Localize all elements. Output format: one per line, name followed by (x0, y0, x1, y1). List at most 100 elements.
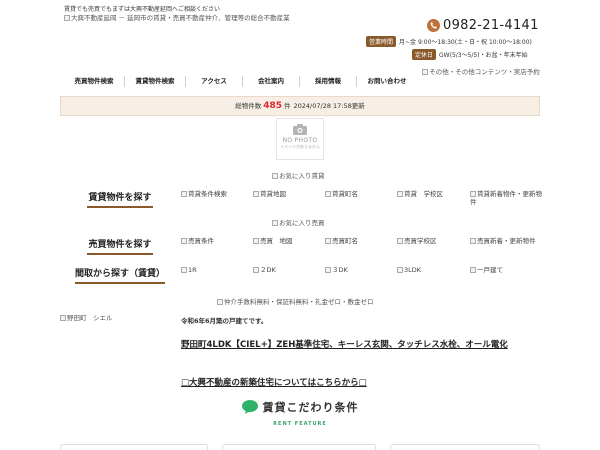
feature-card[interactable] (390, 444, 540, 450)
holidays: 定休日 GW(5/3～5/5)・お盆・年末年始 (412, 49, 528, 60)
layout-search-title: 間取から探す（賃貸） (66, 266, 174, 284)
sale-link-school[interactable]: 売買学校区 (397, 237, 463, 245)
sale-search-title: 売買物件を探す (80, 237, 160, 255)
main-nav: 売買物件検索 賃貸物件検索 アクセス 会社案内 採用情報 お問い合わせ (64, 72, 416, 90)
phone-number[interactable]: 0982-21-4141 (443, 18, 539, 33)
rent-fav-alt: お気に入り賃貸 (279, 172, 325, 180)
broken-image-icon (253, 238, 259, 244)
rent-link-label: 賃貸 学校区 (404, 190, 443, 198)
rent-favorites[interactable]: お気に入り賃貸 (272, 172, 325, 180)
rent-link-label: 賃貸町名 (332, 190, 358, 198)
rent-search-title-text: 賃貸物件を探す (88, 193, 152, 203)
rent-feature-subtitle: RENT FEATURE (273, 421, 327, 427)
sale-link-conditions[interactable]: 売買条件 (181, 237, 247, 245)
layout-link-1r[interactable]: 1R (181, 266, 247, 274)
hours-text: 月~金 9:00～18:30(土・日・祝 10:00～18:00) (399, 39, 532, 46)
holiday-text: GW(5/3～5/5)・お盆・年末年始 (439, 52, 528, 59)
broken-image-icon (422, 69, 429, 75)
title-underline (87, 206, 153, 208)
nav-other-contents[interactable]: その他・その他コンテンツ・実店予約 (421, 68, 541, 76)
rent-feature-title: 賃貸こだわり条件 (262, 401, 359, 414)
property-stats: 総物件数 485 件 2024/07/28 17:58更新 (60, 96, 540, 116)
nav-rent-search[interactable]: 賃貸物件検索 (125, 72, 185, 90)
rent-link-new[interactable]: 賃貸新着物件・更新物件 (470, 190, 542, 207)
rent-link-map[interactable]: 賃貸地図 (253, 190, 319, 198)
sale-link-new[interactable]: 売買新着・更新物件 (470, 237, 542, 245)
nav-sale-search[interactable]: 売買物件検索 (64, 72, 124, 90)
sale-favorites[interactable]: お気に入り売買 (272, 219, 325, 227)
sale-link-label: 売買町名 (332, 237, 358, 245)
sale-link-town[interactable]: 売買町名 (325, 237, 391, 245)
layout-link-label: 一戸建て (477, 266, 503, 274)
broken-image-icon (397, 267, 403, 273)
nav-company[interactable]: 会社案内 (243, 72, 299, 90)
phone-block[interactable]: 0982-21-4141 (427, 17, 539, 33)
nav-access[interactable]: アクセス (186, 72, 242, 90)
phone-icon (427, 18, 440, 32)
broken-image-icon (272, 173, 278, 179)
rent-link-conditions[interactable]: 賃貸条件検索 (181, 190, 247, 198)
feature-image-alt: 野田町 シエル (67, 314, 113, 322)
layout-link-label: 3LDK (404, 266, 422, 274)
layout-link-label: ２DK (260, 266, 276, 274)
title-underline (87, 253, 153, 255)
broken-image-icon (60, 315, 66, 321)
title-underline (75, 282, 165, 284)
sale-search-title-text: 売買物件を探す (88, 240, 152, 250)
speech-bubble-icon (241, 400, 258, 414)
sale-link-map[interactable]: 売買 地図 (253, 237, 319, 245)
broken-image-icon (470, 191, 476, 197)
feature-image[interactable]: 野田町 シエル (60, 314, 113, 322)
layout-link-house[interactable]: 一戸建て (470, 266, 536, 274)
nav-other-alt: その他・その他コンテンツ・実店予約 (429, 68, 540, 76)
no-photo-sub: イメージがありません (280, 144, 320, 149)
stats-unit: 件 (284, 102, 291, 110)
no-photo-text: NO PHOTO (282, 137, 318, 144)
layout-link-label: ３DK (332, 266, 348, 274)
site-logo[interactable]: 大興不動産延岡 － 延岡市の賃貸・売買不動産仲介、管理等の総合不動産業 (64, 14, 304, 22)
rent-link-label: 賃貸地図 (260, 190, 286, 198)
no-photo-image: NO PHOTO イメージがありません (276, 118, 324, 160)
new-house-link[interactable]: □大興不動産の新築住宅についてはこちらから□ (181, 376, 367, 388)
business-hours: 営業時間 月~金 9:00～18:30(土・日・祝 10:00～18:00) (366, 36, 532, 47)
fee-free-banner[interactable]: 仲介手数料無料・保証料無料・礼金ゼロ・敷金ゼロ (217, 298, 374, 306)
broken-image-icon (181, 191, 187, 197)
sale-fav-alt: お気に入り売買 (279, 219, 325, 227)
hours-badge: 営業時間 (366, 36, 397, 47)
stats-count: 485 (263, 101, 283, 111)
rent-link-town[interactable]: 賃貸町名 (325, 190, 391, 198)
nav-contact[interactable]: お問い合わせ (357, 72, 417, 90)
rent-search-title: 賃貸物件を探す (80, 190, 160, 208)
layout-link-2dk[interactable]: ２DK (253, 266, 319, 274)
broken-image-icon (325, 191, 331, 197)
feature-headline[interactable]: 野田町4LDK【CIEL+】ZEH基準住宅、キーレス玄関、タッチレス水栓、オール… (181, 338, 541, 350)
broken-image-icon (470, 238, 476, 244)
camera-icon (293, 124, 307, 135)
broken-image-icon (181, 238, 187, 244)
broken-image-icon (397, 191, 403, 197)
sale-link-label: 売買 地図 (260, 237, 293, 245)
broken-image-icon (325, 267, 331, 273)
sale-link-label: 売買条件 (188, 237, 214, 245)
broken-image-icon (217, 299, 223, 305)
broken-image-icon (253, 267, 259, 273)
holiday-badge: 定休日 (412, 49, 437, 60)
broken-image-icon (470, 267, 476, 273)
broken-image-icon (397, 238, 403, 244)
rent-link-school[interactable]: 賃貸 学校区 (397, 190, 463, 198)
stats-label: 総物件数 (235, 102, 262, 110)
layout-link-label: 1R (188, 266, 197, 274)
feature-card[interactable] (222, 444, 376, 450)
broken-image-icon (325, 238, 331, 244)
broken-image-icon (64, 15, 70, 21)
layout-link-3ldk[interactable]: 3LDK (397, 266, 463, 274)
broken-image-icon (181, 267, 187, 273)
layout-link-3dk[interactable]: ３DK (325, 266, 391, 274)
sale-link-label: 売買新着・更新物件 (477, 237, 536, 245)
logo-alt-text: 大興不動産延岡 － 延岡市の賃貸・売買不動産仲介、管理等の総合不動産業 (71, 14, 290, 22)
feature-card[interactable] (60, 444, 208, 450)
layout-search-title-text: 間取から探す（賃貸） (74, 269, 165, 279)
rent-link-label: 賃貸条件検索 (188, 190, 227, 198)
sale-link-label: 売買学校区 (404, 237, 437, 245)
nav-recruit[interactable]: 採用情報 (300, 72, 356, 90)
